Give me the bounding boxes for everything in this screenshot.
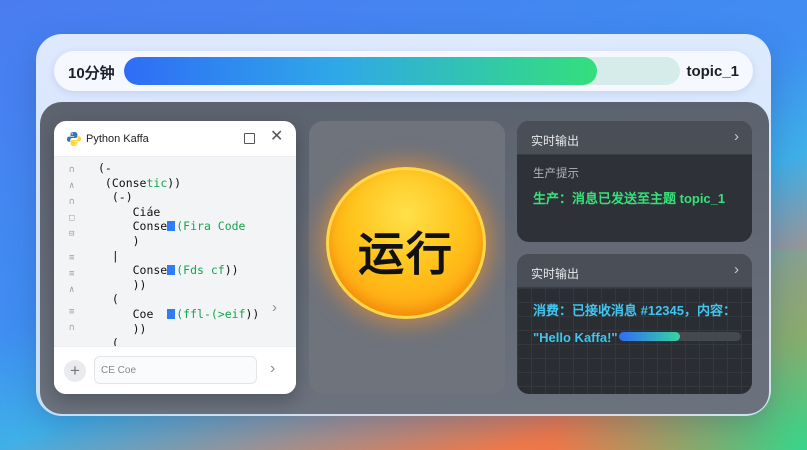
code-line: Conse (Fds cf)) <box>98 263 239 277</box>
consumer-output-title: 实时输出 <box>531 267 580 281</box>
editor-gutter: ∩ ∧ ∩ □ ⊟ ≡ ≡ ∧ ≡ ∩ <box>54 157 90 346</box>
run-button-label: 运行 <box>358 227 454 281</box>
code-line: )) <box>98 321 147 336</box>
gutter-mark: ⊟ <box>69 229 75 239</box>
code-text: )) <box>98 277 147 292</box>
code-highlight: (ffl-(>eif <box>176 307 246 321</box>
chevron-right-icon[interactable]: › <box>272 299 277 316</box>
producer-subtitle: 生产提示 <box>533 168 579 180</box>
timer-progress-fill <box>124 57 597 85</box>
python-logo-icon <box>67 132 81 146</box>
code-text: Ciáe <box>98 204 161 219</box>
run-panel: 运行 <box>309 121 505 394</box>
code-text: Conse <box>98 263 168 278</box>
code-text: )) <box>224 263 239 278</box>
send-arrow-icon[interactable]: › <box>270 360 275 378</box>
code-line: (-) <box>98 190 133 204</box>
code-text: (-) <box>98 190 133 205</box>
code-text: )) <box>245 307 260 321</box>
code-text: )) <box>98 321 147 336</box>
chevron-right-icon[interactable]: › <box>734 128 739 145</box>
editor-footer: + CE Coe › <box>54 346 296 394</box>
producer-output-header[interactable]: 实时输出 › <box>517 121 752 155</box>
code-text: ( <box>98 292 119 307</box>
gutter-mark: ∧ <box>69 181 75 191</box>
code-text: Conse <box>98 219 168 234</box>
gutter-mark: ∩ <box>69 197 75 207</box>
gutter-mark: □ <box>69 213 75 223</box>
cursor-block-icon <box>167 265 176 276</box>
cursor-block-icon <box>167 309 176 319</box>
command-input[interactable]: CE Coe <box>94 356 257 384</box>
run-button[interactable]: 运行 <box>326 167 486 319</box>
gutter-mark: ≡ <box>69 253 75 263</box>
code-text: Coe <box>98 307 168 321</box>
add-button[interactable]: + <box>64 360 86 382</box>
code-line: ) <box>98 234 140 248</box>
consumer-progress-fill <box>619 332 680 341</box>
editor-title: Python Kaffa <box>86 133 149 145</box>
editor-titlebar: Python Kaffa ✕ <box>54 121 296 157</box>
code-text: ) <box>98 234 140 248</box>
topic-label: topic_1 <box>686 63 739 80</box>
consumer-message-line2: "Hello Kaffa!" <box>533 330 618 345</box>
maximize-icon[interactable] <box>244 133 255 144</box>
code-editor-window: Python Kaffa ✕ ∩ ∧ ∩ □ ⊟ ≡ ≡ ∧ ≡ ∩ (- (Consetic))… <box>54 121 296 394</box>
gutter-mark: ∧ <box>69 285 75 295</box>
consumer-output-panel: 实时输出 › 消费：已接收消息 #12345，内容： "Hello Kaffa!… <box>517 254 752 394</box>
producer-output-panel: 实时输出 › 生产提示 生产：消息已发送至主题 topic_1 <box>517 121 752 242</box>
gutter-mark: ≡ <box>69 307 75 317</box>
code-text: (- <box>98 161 112 175</box>
close-icon[interactable]: ✕ <box>270 127 283 147</box>
gutter-mark: ∩ <box>69 323 75 333</box>
top-bar: 10分钟 topic_1 <box>54 51 753 91</box>
code-highlight: (Fira Code <box>176 219 246 234</box>
consumer-progress-bar <box>619 332 741 341</box>
timer-label: 10分钟 <box>68 65 115 82</box>
producer-message: 生产：消息已发送至主题 topic_1 <box>533 191 726 206</box>
editor-body[interactable]: ∩ ∧ ∩ □ ⊟ ≡ ≡ ∧ ≡ ∩ (- (Consetic)) (-) Ciáe Conse… <box>54 157 296 350</box>
code-line: Ciáe <box>98 204 161 219</box>
code-highlight: (Fds cf <box>176 263 225 278</box>
consumer-output-header[interactable]: 实时输出 › <box>517 254 752 288</box>
producer-output-title: 实时输出 <box>531 134 580 148</box>
code-line: Conse (Fira Code <box>98 219 246 233</box>
code-text: (Conse <box>98 175 147 190</box>
gutter-mark: ∩ <box>69 165 75 175</box>
code-text: )) <box>167 175 182 190</box>
gutter-mark: ≡ <box>69 269 75 279</box>
code-line: Coe (ffl-(>eif)) <box>98 307 260 321</box>
code-text: | <box>98 248 119 263</box>
code-line: (- <box>98 161 112 175</box>
code-line: (Consetic)) <box>98 176 181 190</box>
code-line: | <box>98 249 119 263</box>
chevron-right-icon[interactable]: › <box>734 261 739 278</box>
cursor-block-icon <box>167 221 176 232</box>
code-line: )) <box>98 277 147 292</box>
code-line: ( <box>98 292 119 306</box>
consumer-message-line1: 消费：已接收消息 #12345，内容： <box>533 303 736 318</box>
timer-progress-bar <box>124 57 680 85</box>
code-highlight: tic <box>146 175 168 190</box>
